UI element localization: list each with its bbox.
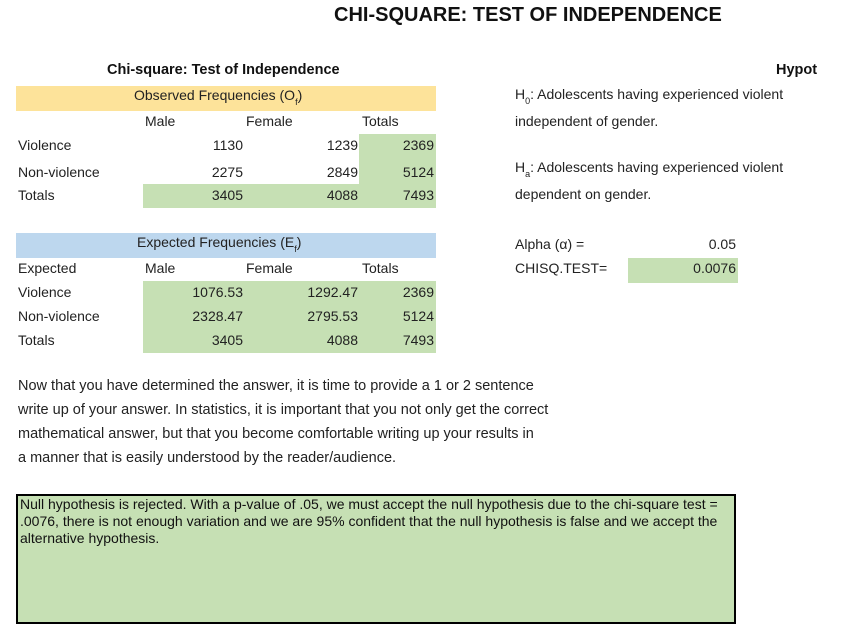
alpha-label: Alpha (α) = [515, 236, 585, 252]
expected-col-female: Female [246, 260, 293, 276]
observed-cell[interactable]: 4088 [258, 184, 358, 207]
observed-col-male: Male [145, 113, 176, 129]
observed-cell[interactable]: 1239 [258, 134, 358, 157]
expected-row-label: Totals [18, 332, 55, 348]
alt-hypothesis-line2: dependent on gender. [515, 186, 652, 202]
expected-cell[interactable]: 1292.47 [258, 281, 358, 304]
instruction-line: a manner that is easily understood by th… [18, 450, 397, 466]
expected-cell[interactable]: 2369 [359, 281, 434, 304]
expected-row-header: Expected [18, 260, 77, 276]
observed-cell[interactable]: 5124 [359, 161, 434, 184]
observed-cell[interactable]: 7493 [359, 184, 434, 207]
expected-col-male: Male [145, 260, 176, 276]
expected-cell[interactable]: 3405 [143, 329, 243, 352]
alpha-value[interactable]: 0.05 [630, 233, 736, 256]
observed-cell[interactable]: 2849 [258, 161, 358, 184]
expected-cell[interactable]: 4088 [258, 329, 358, 352]
expected-header: Expected Frequencies (Ef) [137, 234, 302, 254]
expected-cell[interactable]: 5124 [359, 305, 434, 328]
answer-textbox[interactable]: Null hypothesis is rejected. With a p-va… [16, 494, 736, 624]
hypothesis-header: Hypot [776, 62, 818, 78]
expected-row-label: Violence [18, 284, 72, 300]
page-title: CHI-SQUARE: TEST OF INDEPENDENCE [334, 4, 722, 26]
instruction-line: write up of your answer. In statistics, … [18, 402, 549, 418]
observed-header: Observed Frequencies (Of) [134, 87, 303, 107]
observed-cell[interactable]: 2275 [143, 161, 243, 184]
null-hypothesis-line1: H0: Adolescents having experienced viole… [515, 86, 784, 106]
expected-row-label: Non-violence [18, 308, 100, 324]
chisq-label: CHISQ.TEST= [515, 260, 608, 276]
instruction-line: Now that you have determined the answer,… [18, 378, 534, 394]
expected-cell[interactable]: 2328.47 [143, 305, 243, 328]
observed-cell[interactable]: 2369 [359, 134, 434, 157]
observed-cell[interactable]: 1130 [143, 134, 243, 157]
expected-col-totals: Totals [362, 260, 399, 276]
alt-hypothesis-line1: Ha: Adolescents having experienced viole… [515, 159, 784, 179]
null-hypothesis-line2: independent of gender. [515, 113, 659, 129]
chisq-value[interactable]: 0.0076 [630, 257, 736, 280]
observed-col-female: Female [246, 113, 293, 129]
sheet-subtitle: Chi-square: Test of Independence [107, 62, 340, 78]
observed-row-label: Non-violence [18, 164, 100, 180]
observed-col-totals: Totals [362, 113, 399, 129]
expected-cell[interactable]: 1076.53 [143, 281, 243, 304]
observed-cell[interactable]: 3405 [143, 184, 243, 207]
observed-row-label: Totals [18, 187, 55, 203]
expected-cell[interactable]: 2795.53 [258, 305, 358, 328]
observed-row-label: Violence [18, 137, 72, 153]
instruction-line: mathematical answer, but that you become… [18, 426, 534, 442]
expected-cell[interactable]: 7493 [359, 329, 434, 352]
